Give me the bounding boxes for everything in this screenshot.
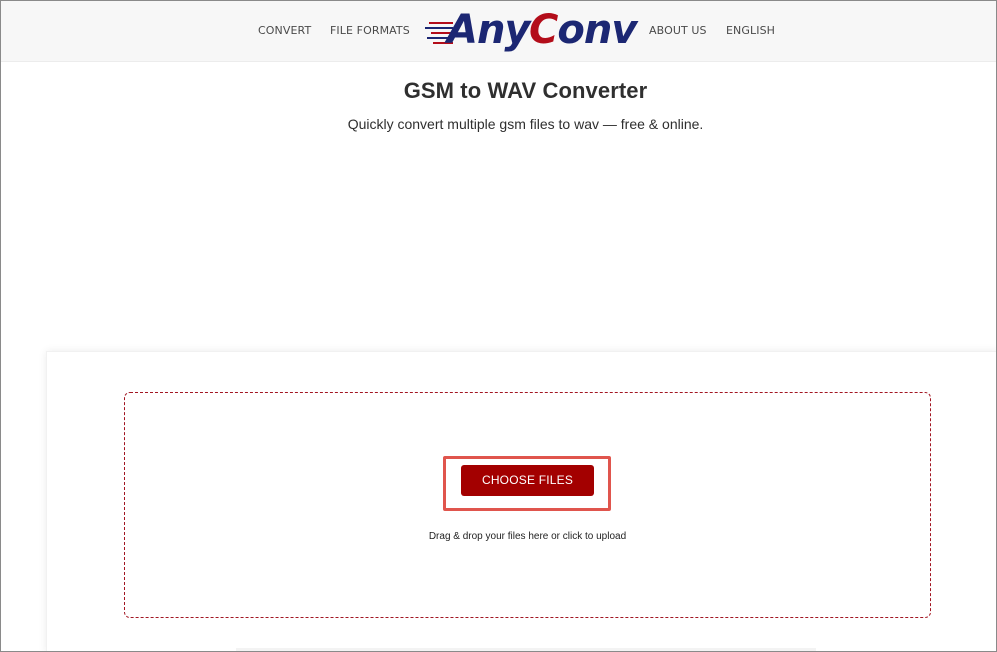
bottom-divider [236, 648, 816, 651]
logo-word-any: Any [447, 7, 531, 53]
browser-viewport: CONVERT FILE FORMATS Any Conv ABOUT US E… [0, 0, 997, 652]
logo-letter-c: C [529, 7, 558, 53]
site-header: CONVERT FILE FORMATS Any Conv ABOUT US E… [1, 1, 996, 62]
language-selector[interactable]: ENGLISH [726, 24, 775, 37]
logo-word-conv: Conv [529, 7, 637, 53]
choose-files-button[interactable]: CHOOSE FILES [461, 465, 594, 496]
drag-drop-hint: Drag & drop your files here or click to … [428, 531, 627, 542]
file-dropzone[interactable]: CHOOSE FILES Drag & drop your files here… [124, 392, 931, 618]
nav-about-us-link[interactable]: ABOUT US [649, 24, 707, 37]
page-subtitle: Quickly convert multiple gsm files to wa… [347, 116, 704, 132]
logo-word-onv: onv [557, 7, 637, 53]
nav-convert-link[interactable]: CONVERT [258, 24, 311, 37]
nav-file-formats-link[interactable]: FILE FORMATS [330, 24, 410, 37]
anyconv-logo[interactable]: Any Conv [425, 7, 637, 55]
page-title: GSM to WAV Converter [403, 78, 648, 103]
upload-panel: CHOOSE FILES Drag & drop your files here… [46, 351, 996, 651]
